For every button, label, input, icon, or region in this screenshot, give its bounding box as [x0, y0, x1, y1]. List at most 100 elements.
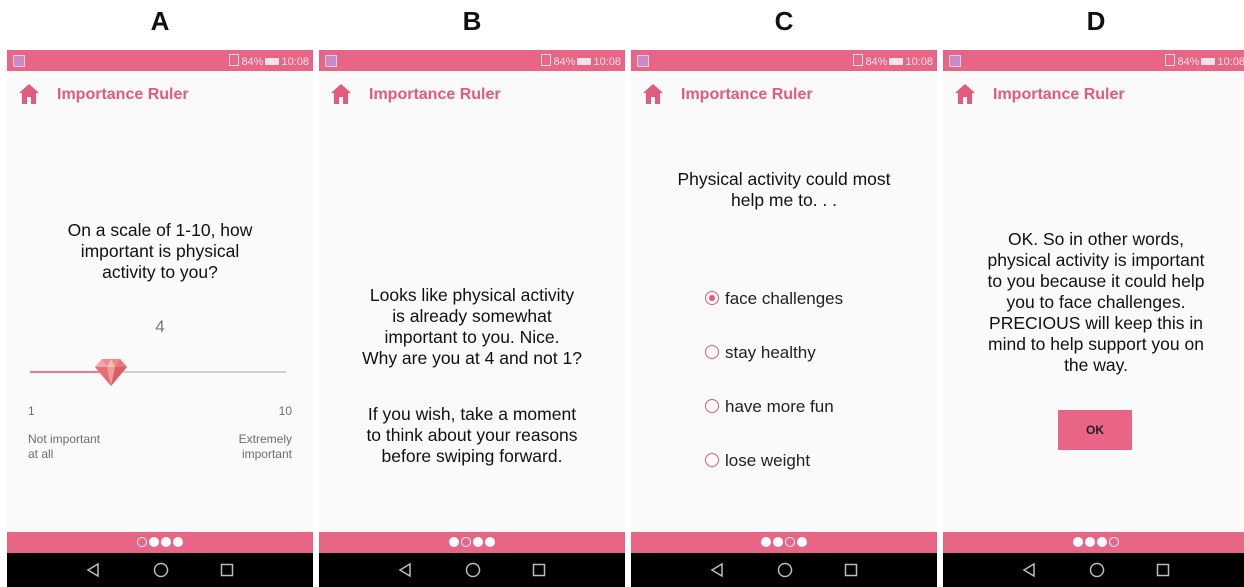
not-important-label: Not important at all: [28, 432, 100, 462]
slider-track[interactable]: [115, 371, 286, 373]
radio-unselected-icon[interactable]: [705, 399, 719, 413]
android-nav-bar: [943, 553, 1244, 587]
page-dot[interactable]: [773, 537, 783, 547]
battery-percent: 84%: [1177, 56, 1200, 68]
app-title: Importance Ruler: [681, 86, 813, 103]
page-dot[interactable]: [485, 537, 495, 547]
app-bar: Importance Ruler: [7, 71, 313, 119]
question-text: On a scale of 1-10, how important is phy…: [17, 220, 303, 283]
sim-icon: [541, 54, 552, 66]
recents-square-icon[interactable]: [1156, 562, 1170, 578]
radio-selected-icon[interactable]: [705, 291, 719, 305]
recents-square-icon[interactable]: [532, 562, 546, 578]
reflection-hint: If you wish, take a moment to think abou…: [329, 404, 615, 467]
question-line: activity to you?: [102, 262, 218, 282]
phone-screen-b: 84% 10:08 Importance Ruler Looks like phy…: [319, 50, 625, 587]
message-line: is already somewhat: [392, 306, 552, 326]
page-dot[interactable]: [1073, 537, 1083, 547]
question-line: important is physical: [80, 241, 240, 261]
android-nav-bar: [7, 553, 313, 587]
page-dot-current[interactable]: [137, 537, 147, 547]
phone-screen-d: 84% 10:08 Importance Ruler OK. So in othe…: [943, 50, 1244, 587]
message-line: to you because it could help: [987, 271, 1205, 291]
status-right: 84% 10:08: [853, 54, 933, 68]
home-circle-icon[interactable]: [777, 562, 793, 578]
hint-line: If you wish, take a moment: [367, 404, 577, 424]
phone-screen-c: 84% 10:08 Importance Ruler Physical activ…: [631, 50, 937, 587]
page-dot[interactable]: [161, 537, 171, 547]
recents-square-icon[interactable]: [844, 562, 858, 578]
battery-icon: [577, 58, 592, 65]
radio-label: have more fun: [725, 397, 834, 416]
app-bar: Importance Ruler: [943, 71, 1244, 119]
diamond-gem-icon[interactable]: [93, 357, 129, 387]
page-dot[interactable]: [761, 537, 771, 547]
radio-unselected-icon[interactable]: [705, 453, 719, 467]
battery-icon: [1201, 58, 1216, 65]
home-circle-icon[interactable]: [465, 562, 481, 578]
home-icon[interactable]: [330, 83, 352, 105]
page-dot[interactable]: [1097, 537, 1107, 547]
android-nav-bar: [319, 553, 625, 587]
page-dot-current[interactable]: [1109, 537, 1119, 547]
radio-label: face challenges: [725, 289, 844, 308]
page-dot[interactable]: [173, 537, 183, 547]
sim-icon: [229, 54, 240, 66]
page-dot-current[interactable]: [461, 537, 471, 547]
clock: 10:08: [1217, 56, 1244, 68]
back-triangle-icon[interactable]: [710, 562, 724, 578]
panel-label-b: B: [462, 6, 482, 36]
message-line: mind to help support you on: [988, 334, 1204, 354]
message-line: the way.: [1064, 355, 1128, 375]
question-line: help me to. . .: [730, 190, 838, 210]
app-title: Importance Ruler: [57, 86, 189, 103]
panel-label-c: C: [774, 6, 794, 36]
page-indicator-bar: [631, 532, 937, 553]
page-dot[interactable]: [149, 537, 159, 547]
status-bar: 84% 10:08: [943, 50, 1244, 71]
battery-icon: [265, 58, 280, 65]
page-dot[interactable]: [1085, 537, 1095, 547]
battery-percent: 84%: [865, 56, 888, 68]
notification-icon: [325, 55, 337, 67]
page-indicator-bar: [943, 532, 1244, 553]
message-line: Looks like physical activity: [369, 285, 575, 305]
page-dot[interactable]: [473, 537, 483, 547]
message-line: OK. So in other words,: [1007, 229, 1185, 249]
page-indicator: [449, 537, 495, 547]
back-triangle-icon[interactable]: [1022, 562, 1036, 578]
ok-button[interactable]: OK: [1058, 410, 1132, 450]
question-content: On a scale of 1-10, how important is phy…: [7, 119, 313, 532]
radio-unselected-icon[interactable]: [705, 345, 719, 359]
status-bar: 84% 10:08: [631, 50, 937, 71]
phone-screen-a: 84% 10:08 Importance Ruler On a scale of …: [7, 50, 313, 587]
app-bar: Importance Ruler: [631, 71, 937, 119]
question-line: Physical activity could most: [677, 169, 891, 189]
slider-max-label: 10: [278, 404, 292, 418]
home-circle-icon[interactable]: [1089, 562, 1105, 578]
page-dot[interactable]: [449, 537, 459, 547]
clock: 10:08: [593, 56, 621, 68]
page-dot[interactable]: [797, 537, 807, 547]
sim-icon: [1165, 54, 1176, 66]
recents-square-icon[interactable]: [220, 562, 234, 578]
label-line: Not important: [28, 432, 101, 446]
home-icon[interactable]: [642, 83, 664, 105]
home-circle-icon[interactable]: [153, 562, 169, 578]
android-nav-bar: [631, 553, 937, 587]
radio-label: lose weight: [725, 451, 811, 470]
notification-icon: [637, 55, 649, 67]
page-indicator: [137, 537, 183, 547]
back-triangle-icon[interactable]: [86, 562, 100, 578]
back-triangle-icon[interactable]: [398, 562, 412, 578]
sim-icon: [853, 54, 864, 66]
page-dot-current[interactable]: [785, 537, 795, 547]
message-line: important to you. Nice.: [384, 327, 560, 347]
home-icon[interactable]: [18, 83, 40, 105]
reflection-message: Looks like physical activity is already …: [329, 285, 615, 369]
extremely-important-label: Extremely important: [239, 432, 292, 462]
home-icon[interactable]: [954, 83, 976, 105]
hint-line: before swiping forward.: [381, 446, 563, 466]
battery-percent: 84%: [553, 56, 576, 68]
notification-icon: [949, 55, 961, 67]
